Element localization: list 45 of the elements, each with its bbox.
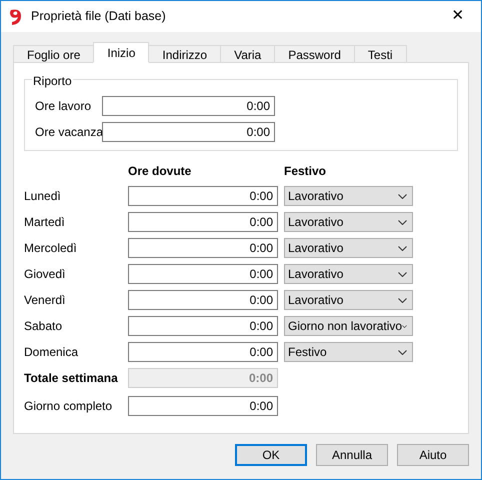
- time-field[interactable]: 0:00: [128, 238, 278, 258]
- time-field[interactable]: 0:00: [102, 122, 275, 142]
- chevron-down-icon: [398, 272, 407, 276]
- field-label: Giorno completo: [24, 398, 114, 415]
- dropdown[interactable]: Festivo: [284, 342, 413, 362]
- dropdown[interactable]: Lavorativo: [284, 186, 413, 206]
- field-label: Totale settimana: [24, 370, 119, 387]
- chevron-down-icon: [398, 220, 407, 224]
- chevron-down-icon: [402, 324, 407, 328]
- time-field[interactable]: 0:00: [128, 264, 278, 284]
- day-label: Mercoledì: [24, 240, 78, 257]
- day-label: Lunedì: [24, 188, 62, 205]
- tab[interactable]: Inizio: [93, 42, 150, 63]
- tab[interactable]: Testi: [354, 45, 407, 63]
- time-field[interactable]: 0:00: [102, 96, 275, 116]
- column-header: Ore dovute: [128, 163, 192, 178]
- day-label: Venerdì: [24, 292, 66, 309]
- chevron-down-icon: [398, 298, 407, 302]
- dropdown[interactable]: Lavorativo: [284, 238, 413, 258]
- tab[interactable]: Foglio ore: [13, 45, 94, 63]
- column-header: Festivo: [284, 163, 326, 178]
- time-field[interactable]: 0:00: [128, 186, 278, 206]
- close-button[interactable]: ✕: [435, 2, 481, 32]
- time-field[interactable]: 0:00: [128, 212, 278, 232]
- field-label: Ore lavoro: [35, 98, 92, 115]
- window-title: Proprietà file (Dati base): [31, 8, 166, 26]
- chevron-down-icon: [398, 350, 407, 354]
- chevron-down-icon: [398, 246, 407, 250]
- time-field[interactable]: 0:00: [128, 396, 278, 416]
- day-label: Martedì: [24, 214, 66, 231]
- field-label: Ore vacanza: [35, 124, 102, 141]
- time-field[interactable]: 0:00: [128, 342, 278, 362]
- day-label: Sabato: [24, 318, 64, 335]
- day-label: Domenica: [24, 344, 80, 361]
- dialog-button[interactable]: Aiuto: [397, 444, 469, 466]
- chevron-down-icon: [398, 194, 407, 198]
- time-field[interactable]: 0:00: [128, 290, 278, 310]
- time-field[interactable]: 0:00: [128, 316, 278, 336]
- dropdown[interactable]: Lavorativo: [284, 290, 413, 310]
- dialog-button[interactable]: OK: [235, 444, 307, 466]
- dropdown[interactable]: Lavorativo: [284, 212, 413, 232]
- dropdown[interactable]: Lavorativo: [284, 264, 413, 284]
- day-label: Giovedì: [24, 266, 66, 283]
- dropdown[interactable]: Giorno non lavorativo: [284, 316, 413, 336]
- dialog-button[interactable]: Annulla: [316, 444, 388, 466]
